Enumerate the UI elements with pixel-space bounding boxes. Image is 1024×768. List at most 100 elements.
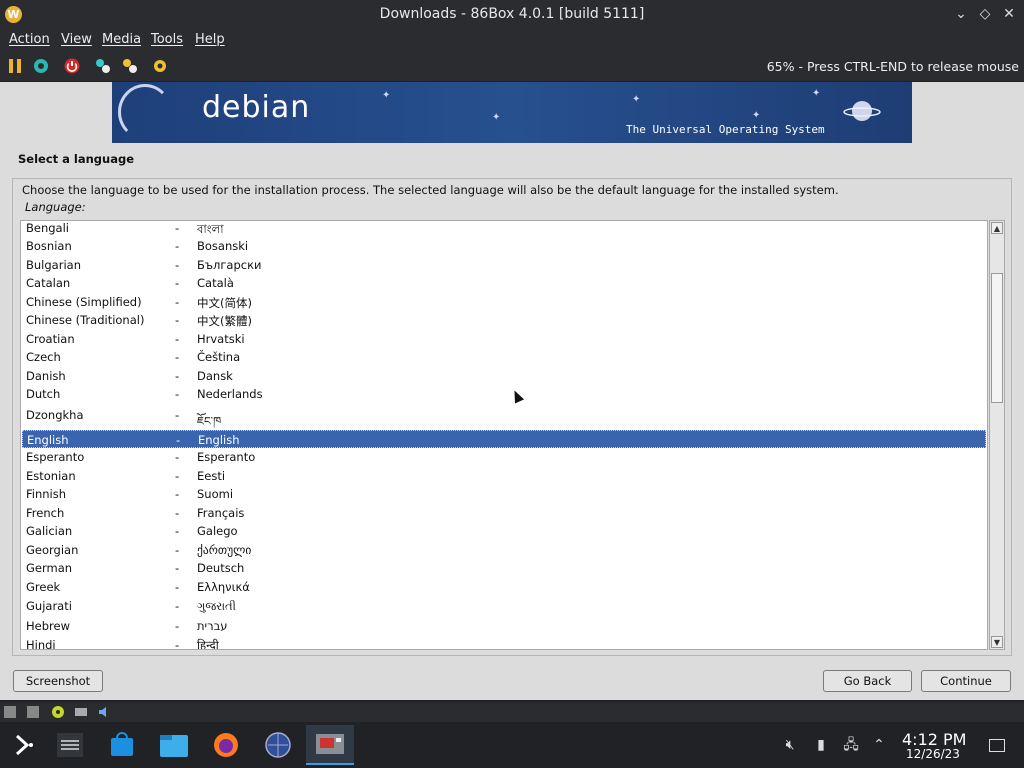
language-native-name: ქართული — [197, 543, 252, 557]
language-separator: - — [175, 332, 180, 346]
network-icon[interactable]: 🖧︎ — [842, 736, 860, 754]
list-item[interactable]: Finnish - Suomi — [22, 485, 986, 503]
list-item[interactable]: Greek - Ελληνικά — [22, 578, 986, 596]
firefox-icon[interactable] — [204, 725, 248, 765]
language-separator: - — [175, 408, 180, 422]
language-native-name: Dansk — [197, 369, 233, 383]
scroll-down-icon[interactable]: ▼ — [991, 636, 1003, 648]
language-name: Chinese (Simplified) — [26, 295, 142, 309]
language-name: Danish — [26, 369, 66, 383]
language-native-name: Ελληνικά — [197, 580, 250, 594]
ctrl-alt-esc-icon[interactable] — [121, 57, 139, 75]
list-item[interactable]: Bengali - বাংলা — [22, 221, 986, 237]
list-item[interactable]: Danish - Dansk — [22, 367, 986, 385]
language-label: Language: — [25, 200, 86, 214]
language-native-name: Deutsch — [197, 561, 245, 575]
list-item[interactable]: Bosnian - Bosanski — [22, 237, 986, 255]
language-native-name: Bosanski — [197, 239, 249, 253]
hard-disk-icon[interactable] — [74, 705, 88, 719]
minimize-icon[interactable]: ⌄ — [952, 5, 970, 23]
usb-device-icon[interactable]: ▮ — [812, 736, 830, 754]
scroll-up-icon[interactable]: ▲ — [991, 222, 1003, 234]
window-title: Downloads - 86Box 4.0.1 [build 5111] — [379, 6, 645, 22]
list-item[interactable]: Hindi - हिन्दी — [22, 636, 986, 650]
list-item[interactable]: Catalan - Català — [22, 274, 986, 292]
menu-help[interactable]: Help — [195, 32, 225, 47]
vm-screen[interactable]: ✦ ✦ ✦ ✦ ✦ debian The Universal Operating… — [0, 82, 1024, 700]
settings-gear-icon[interactable] — [151, 57, 169, 75]
menu-action[interactable]: Action — [9, 32, 50, 47]
list-item[interactable]: Estonian - Eesti — [22, 467, 986, 485]
list-item[interactable]: Gujarati - ગુજરાતી — [22, 597, 986, 615]
ctrl-alt-del-icon[interactable] — [94, 57, 112, 75]
volume-muted-icon[interactable]: 🔇︎ — [781, 736, 799, 754]
list-item[interactable]: Galician - Galego — [22, 522, 986, 540]
show-desktop-icon[interactable] — [989, 739, 1005, 752]
maximize-icon[interactable]: ◇ — [976, 5, 994, 23]
list-item[interactable]: Chinese (Simplified) - 中文(简体) — [22, 293, 986, 311]
list-item[interactable]: Croatian - Hrvatski — [22, 330, 986, 348]
floppy-drive-icon[interactable] — [3, 705, 17, 719]
list-item[interactable]: Georgian - ქართული — [22, 541, 986, 559]
language-native-name: ગુજરાતી — [197, 599, 236, 613]
language-separator: - — [175, 638, 180, 650]
list-item[interactable]: German - Deutsch — [22, 559, 986, 577]
language-name: Gujarati — [26, 599, 72, 613]
discover-store-icon[interactable] — [100, 725, 144, 765]
language-native-name: 中文(简体) — [197, 296, 252, 310]
floppy-drive-icon[interactable] — [26, 705, 40, 719]
cdrom-icon[interactable] — [51, 705, 65, 719]
list-item[interactable]: English - English — [22, 430, 986, 448]
list-item[interactable]: Esperanto - Esperanto — [22, 448, 986, 466]
language-name: French — [26, 506, 65, 520]
star-icon: ✦ — [492, 112, 501, 123]
toolbar: 65% - Press CTRL-END to release mouse — [0, 51, 1024, 81]
continue-button[interactable]: Continue — [921, 670, 1011, 692]
language-name: Czech — [26, 350, 61, 364]
sound-icon[interactable] — [97, 705, 111, 719]
language-name: Bengali — [26, 221, 69, 235]
pause-icon[interactable] — [6, 57, 24, 75]
list-item[interactable]: Hebrew - עברית — [22, 617, 986, 635]
language-separator: - — [175, 450, 180, 464]
list-item[interactable]: Bulgarian - Български — [22, 256, 986, 274]
power-icon[interactable] — [63, 57, 81, 75]
scrollbar-thumb[interactable] — [991, 273, 1003, 403]
taskbar: 🔇︎ ▮ 🖧︎ ⌃ 4:12 PM 12/26/23 — [0, 722, 1024, 768]
language-name: Esperanto — [26, 450, 85, 464]
browser-globe-icon[interactable] — [256, 725, 300, 765]
scrollbar[interactable]: ▲ ▼ — [989, 220, 1005, 650]
clock-date[interactable]: 12/26/23 — [906, 747, 960, 761]
app-launcher-icon[interactable] — [2, 725, 46, 765]
debian-swirl-icon — [118, 84, 172, 140]
reset-icon[interactable] — [32, 57, 50, 75]
list-item[interactable]: Czech - Čeština — [22, 348, 986, 366]
list-item[interactable]: Chinese (Traditional) - 中文(繁體) — [22, 311, 986, 329]
language-name: Greek — [26, 580, 61, 594]
menu-media[interactable]: Media — [102, 32, 141, 47]
language-native-name: Français — [197, 506, 245, 520]
tray-expand-icon[interactable]: ⌃ — [870, 736, 888, 754]
menu-view[interactable]: View — [61, 32, 92, 47]
list-item[interactable]: French - Français — [22, 504, 986, 522]
file-manager-icon[interactable] — [152, 725, 196, 765]
system-settings-icon[interactable] — [48, 725, 92, 765]
language-name: Hindi — [26, 638, 56, 650]
close-icon[interactable]: ✕ — [1000, 5, 1018, 23]
language-native-name: Eesti — [197, 469, 226, 483]
language-separator: - — [175, 313, 180, 327]
language-separator: - — [175, 239, 180, 253]
menu-tools[interactable]: Tools — [151, 32, 183, 47]
title-bar: W Downloads - 86Box 4.0.1 [build 5111] ⌄… — [0, 0, 1024, 29]
language-separator: - — [175, 369, 180, 383]
86box-task-icon[interactable] — [306, 725, 354, 765]
mouse-status-text: 65% - Press CTRL-END to release mouse — [766, 59, 1019, 74]
go-back-button[interactable]: Go Back — [823, 670, 912, 692]
language-separator: - — [175, 524, 180, 538]
screenshot-button[interactable]: Screenshot — [13, 670, 103, 692]
list-item[interactable]: Dutch - Nederlands — [22, 385, 986, 403]
star-icon: ✦ — [812, 88, 821, 99]
debian-logo-text: debian — [202, 90, 311, 125]
language-list[interactable]: Bengali - বাংলা Bosnian - Bosanski Bulgarian - Б… — [20, 220, 988, 650]
list-item[interactable]: Dzongkha - ཇོང་ཁ — [22, 406, 986, 428]
